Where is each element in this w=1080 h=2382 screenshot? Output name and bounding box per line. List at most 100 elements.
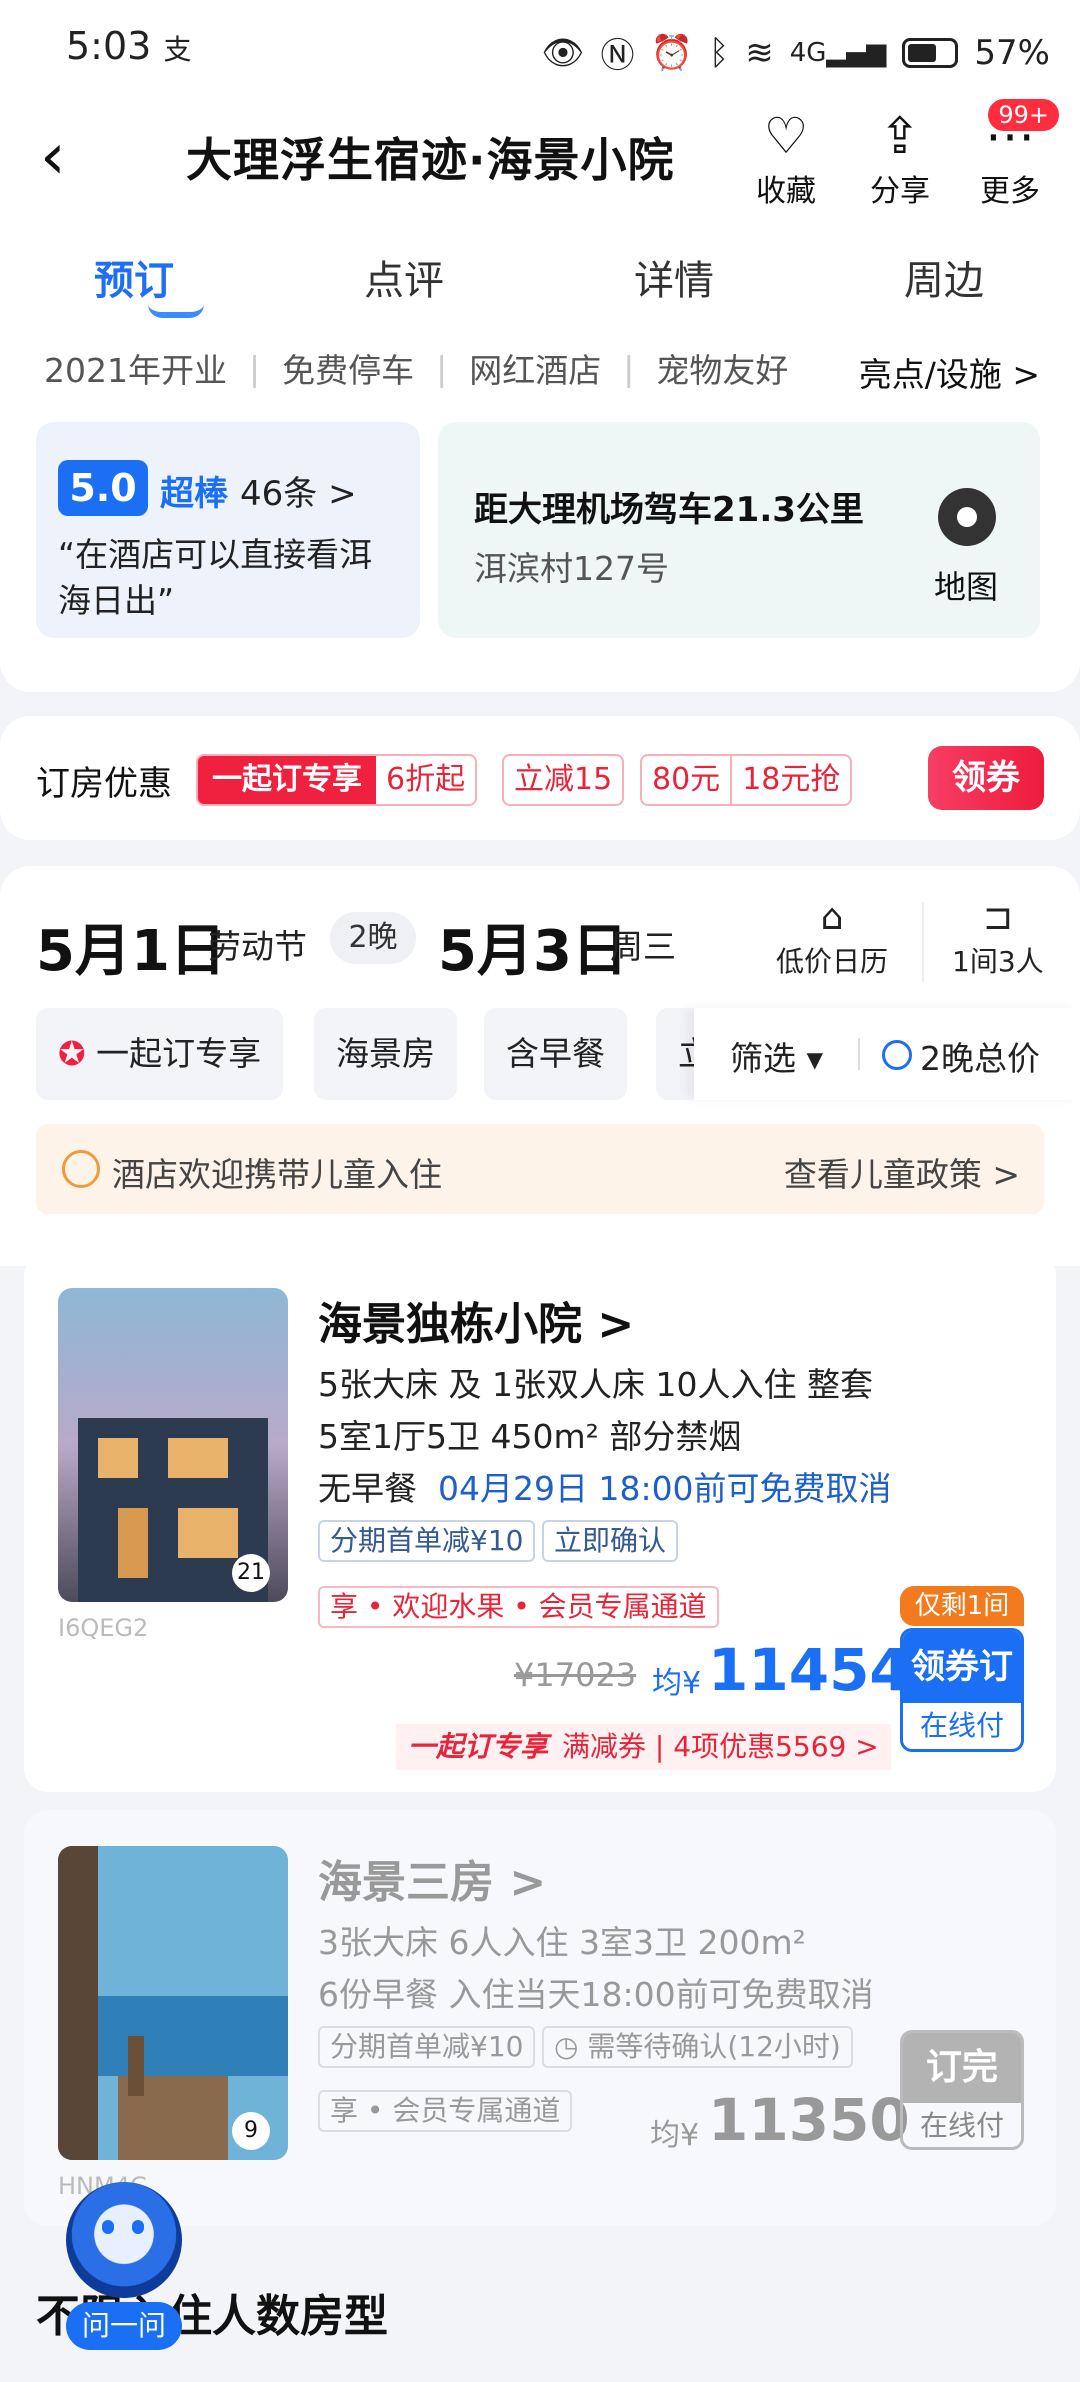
page-title: 大理浮生宿迹·海景小院 bbox=[186, 133, 675, 187]
child-policy-bar[interactable]: 酒店欢迎携带儿童入住 查看儿童政策 > bbox=[36, 1124, 1044, 1214]
coupon-row: 订房优惠 一起订专享 6折起 立减15 80元 18元抢 领券 bbox=[0, 716, 1080, 840]
total-price-radio[interactable] bbox=[882, 1040, 912, 1070]
hotel-summary-card: 2021年开业 | 免费停车 | 网红酒店 | 宠物友好 亮点/设施 > 5.0 超棒… bbox=[0, 348, 1080, 692]
together-logo-icon: ✪ bbox=[58, 1034, 97, 1073]
map-pin-icon bbox=[938, 488, 996, 546]
installment-tag: 分期首单减¥10 bbox=[318, 2026, 536, 2068]
installment-tag: 分期首单减¥10 bbox=[318, 1520, 536, 1562]
filter-chip-seaview[interactable]: 海景房 bbox=[314, 1008, 457, 1100]
checkout-note: 周三 bbox=[610, 927, 676, 966]
hotel-tag: 免费停车 bbox=[282, 351, 415, 390]
room-layout-info: 5室1厅5卫 450m² 部分禁烟 bbox=[318, 1417, 742, 1456]
map-label: 地图 bbox=[934, 568, 999, 606]
battery-icon bbox=[902, 37, 959, 68]
room-beds-info: 3张大床 6人入住 3室3卫 200m² bbox=[318, 1923, 806, 1962]
low-price-calendar-button[interactable]: ⌂ 低价日历 bbox=[776, 896, 888, 980]
location-box[interactable]: 距大理机场驾车21.3公里 洱滨村127号 地图 bbox=[438, 422, 1040, 638]
ask-assistant-button[interactable]: 问一问 bbox=[66, 2302, 182, 2350]
tab-nearby[interactable]: 周边 bbox=[904, 248, 984, 306]
smile-icon bbox=[62, 1150, 100, 1188]
promo-strip[interactable]: 一起订专享 满减券 | 4项优惠5569 > bbox=[396, 1724, 891, 1770]
favorite-button[interactable]: ♡ 收藏 bbox=[736, 106, 836, 210]
filter-chip-breakfast[interactable]: 含早餐 bbox=[484, 1008, 627, 1100]
avg-price-label: 均¥ bbox=[652, 1666, 702, 1701]
room-price: 11454 bbox=[708, 1636, 910, 1704]
room-code: I6QEG2 bbox=[58, 1614, 149, 1642]
heart-icon: ♡ bbox=[763, 107, 809, 165]
status-time: 5:03 支 bbox=[66, 24, 192, 68]
coupon-tag-together[interactable]: 一起订专享 6折起 bbox=[196, 754, 478, 806]
more-badge: 99+ bbox=[985, 96, 1062, 134]
assistant-robot-icon[interactable] bbox=[66, 2182, 182, 2298]
filter-zone: 筛选 ▾ 2晚总价 bbox=[694, 1008, 1080, 1100]
booking-date-section: 5月1日 劳动节 2晚 5月3日 周三 ⌂ 低价日历 ⊐ 1间3人 ✪ 一起订专… bbox=[0, 866, 1080, 1266]
signal-icon: 4G▂▄▆ bbox=[789, 37, 887, 68]
room-card[interactable]: 21 I6QEG2 海景独栋小院 > 5张大床 及 1张双人床 10人入住 整套… bbox=[24, 1252, 1056, 1792]
nfc-icon: Ⓝ bbox=[600, 36, 635, 76]
status-bar: 5:03 支 👁 Ⓝ ⏰ ᛒ ≋ 4G▂▄▆ 57% bbox=[0, 0, 1080, 100]
coupon-tag-flash[interactable]: 80元 18元抢 bbox=[640, 754, 853, 806]
child-policy-link[interactable]: 查看儿童政策 > bbox=[784, 1148, 1020, 1196]
checkout-date[interactable]: 5月3日 bbox=[438, 906, 628, 987]
checkin-date[interactable]: 5月1日 bbox=[36, 906, 226, 987]
instant-confirm-tag: 立即确认 bbox=[542, 1520, 679, 1562]
book-coupon-button[interactable]: 领券订 在线付 bbox=[900, 1628, 1024, 1752]
remaining-badge: 仅剩1间 bbox=[900, 1586, 1024, 1626]
hotel-tag: 宠物友好 bbox=[656, 351, 789, 390]
get-coupon-button[interactable]: 领券 bbox=[928, 746, 1044, 810]
distance-text: 距大理机场驾车21.3公里 bbox=[474, 490, 864, 530]
review-summary[interactable]: 5.0 超棒 46条 > “在酒店可以直接看洱海日出” bbox=[36, 422, 420, 638]
tab-bar: 预订 点评 详情 周边 bbox=[0, 218, 1080, 348]
sold-out-button: 订完 在线付 bbox=[900, 2030, 1024, 2150]
divider bbox=[922, 902, 924, 982]
door-icon: ⊐ bbox=[982, 897, 1013, 938]
share-icon: ⇪ bbox=[879, 107, 921, 165]
filter-dropdown[interactable]: 筛选 ▾ bbox=[730, 1032, 823, 1080]
checkin-note: 劳动节 bbox=[208, 927, 307, 966]
room-card[interactable]: 9 HNM4C 海景三房 > 3张大床 6人入住 3室3卫 200m² 6份早餐… bbox=[24, 1810, 1056, 2226]
top-header: ‹ 大理浮生宿迹·海景小院 ♡ 收藏 ⇪ 分享 ⋯ 更多 bbox=[0, 100, 1080, 218]
tab-reviews[interactable]: 点评 bbox=[364, 248, 444, 306]
photo-count-badge: 21 bbox=[232, 1554, 270, 1592]
alarm-icon: ⏰ bbox=[650, 32, 693, 73]
child-policy-text: 酒店欢迎携带儿童入住 bbox=[112, 1155, 442, 1194]
filter-chip-together[interactable]: ✪ 一起订专享 bbox=[36, 1008, 284, 1100]
eye-icon: 👁 bbox=[541, 32, 585, 73]
divider bbox=[858, 1038, 860, 1070]
original-price: ¥17023 bbox=[514, 1656, 637, 1694]
room-name[interactable]: 海景独栋小院 > bbox=[318, 1288, 634, 1352]
room-name[interactable]: 海景三房 > bbox=[318, 1846, 546, 1910]
calendar-icon: ⌂ bbox=[820, 897, 844, 938]
tab-active-indicator bbox=[148, 304, 204, 318]
rooms-guests-button[interactable]: ⊐ 1间3人 bbox=[952, 896, 1044, 980]
tab-details[interactable]: 详情 bbox=[634, 248, 714, 306]
room-price: 11350 bbox=[708, 2086, 910, 2154]
avg-price-label: 均¥ bbox=[650, 2118, 700, 2153]
coupon-label: 订房优惠 bbox=[36, 764, 172, 804]
room-policy-info: 无早餐 04月29日 18:00前可免费取消 bbox=[318, 1469, 892, 1508]
room-policy-info: 6份早餐 入住当天18:00前可免费取消 bbox=[318, 1975, 874, 2014]
room-beds-info: 5张大床 及 1张双人床 10人入住 整套 bbox=[318, 1365, 873, 1404]
battery-percent: 57% bbox=[974, 32, 1050, 73]
hotel-tags: 2021年开业 | 免费停车 | 网红酒店 | 宠物友好 bbox=[44, 348, 788, 391]
review-level: 超棒 bbox=[160, 474, 228, 514]
tab-booking[interactable]: 预订 bbox=[94, 248, 174, 306]
share-button[interactable]: ⇪ 分享 bbox=[850, 106, 950, 210]
member-perks-tag: 享 • 欢迎水果 • 会员专属通道 bbox=[318, 1586, 719, 1628]
total-price-label: 2晚总价 bbox=[920, 1039, 1040, 1078]
back-chevron-icon[interactable]: ‹ bbox=[40, 122, 66, 192]
wait-confirm-tag: ◷ 需等待确认(12小时) bbox=[542, 2026, 853, 2068]
member-perks-tag: 享 • 会员专属通道 bbox=[318, 2090, 573, 2132]
hotel-tag: 2021年开业 bbox=[44, 351, 227, 390]
wifi-icon: ≋ bbox=[745, 32, 774, 73]
nights-count: 2晚 bbox=[330, 912, 416, 964]
review-score: 5.0 bbox=[58, 460, 148, 516]
coupon-tag-discount[interactable]: 立减15 bbox=[502, 754, 625, 806]
review-quote: “在酒店可以直接看洱海日出” bbox=[58, 535, 373, 620]
highlights-link[interactable]: 亮点/设施 > bbox=[859, 348, 1040, 396]
clock-icon: ◷ bbox=[554, 2030, 588, 2063]
address-text: 洱滨村127号 bbox=[474, 549, 669, 588]
bluetooth-icon: ᛒ bbox=[708, 32, 730, 73]
status-icons: 👁 Ⓝ ⏰ ᛒ ≋ 4G▂▄▆ 57% bbox=[541, 28, 1050, 77]
hotel-tag: 网红酒店 bbox=[469, 351, 602, 390]
